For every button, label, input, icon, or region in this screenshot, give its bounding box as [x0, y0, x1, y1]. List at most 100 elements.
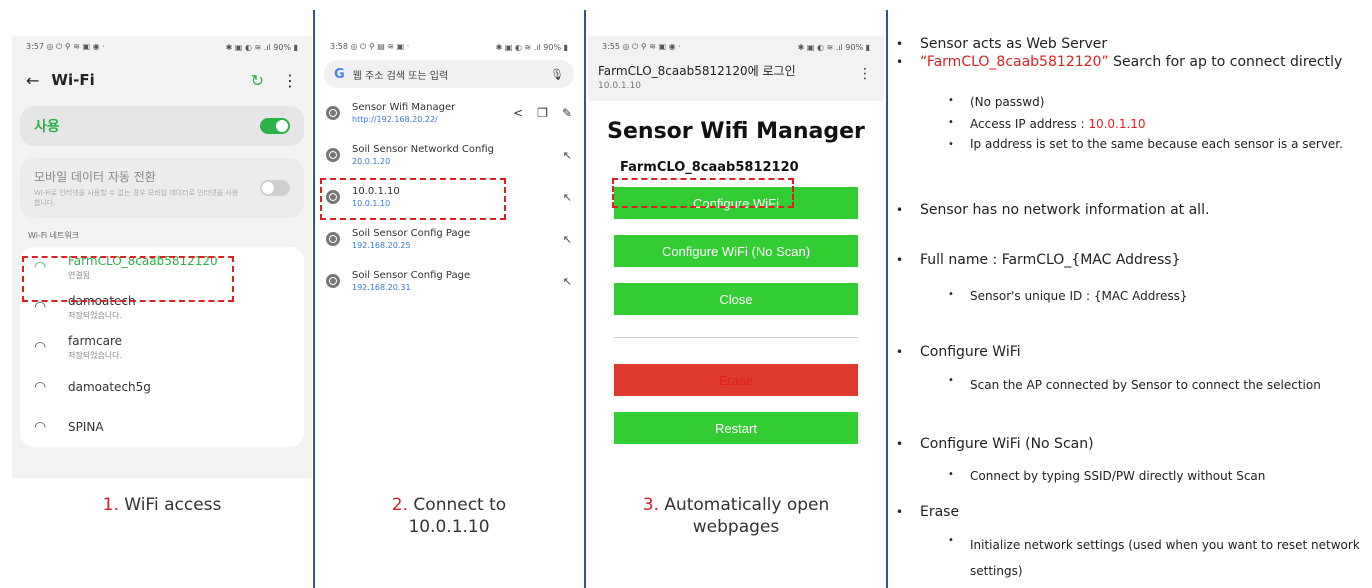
note-web-server: • Sensor acts as Web Server — [896, 36, 1366, 53]
arrow-up-left-icon[interactable]: ↖ — [563, 275, 572, 288]
history-item[interactable]: Soil Sensor Config Page 192.168.20.31 ↖ — [316, 260, 582, 302]
bullet: • — [896, 253, 904, 267]
history-item[interactable]: Soil Sensor Networkd Config 20.0.1.20 ↖ — [316, 134, 582, 176]
mobile-data-toggle[interactable] — [260, 180, 290, 196]
globe-icon — [326, 232, 340, 246]
note-text: Access IP address : 10.0.1.10 — [896, 114, 1366, 134]
page-heading: Sensor Wifi Manager — [607, 119, 865, 144]
highlight-box-ssid — [612, 178, 794, 208]
page-title: Wi-Fi — [51, 71, 95, 89]
more-options-icon[interactable]: ⋮ — [858, 66, 872, 82]
back-arrow-icon[interactable]: ← — [26, 71, 39, 90]
note-text: Initialize network settings (used when y… — [970, 538, 1360, 578]
globe-icon — [326, 148, 340, 162]
note-text: (No passwd) — [970, 95, 1045, 109]
bullet: • — [948, 117, 954, 128]
network-name: farmcare — [68, 333, 122, 348]
mobile-data-switch-row[interactable]: 모바일 데이터 자동 전환 Wi-Fi로 인터넷을 사용할 수 없는 경우 모바… — [20, 158, 304, 218]
bullet: • — [896, 37, 904, 51]
status-bar: 3:58 ◎ ⏻ ⚲ ▤ ≋ ▣ · ✱ ▣ ◐ ≋ .ıl 90% ▮ — [316, 36, 582, 58]
note-initialize: • Initialize network settings (used when… — [896, 532, 1366, 584]
network-item[interactable]: ◠ damoatech5g — [20, 367, 304, 407]
caption-text: Connect to — [408, 495, 507, 515]
divider — [614, 337, 858, 338]
arrow-up-left-icon[interactable]: ↖ — [563, 191, 572, 204]
network-item[interactable]: ◠ SPINA — [20, 407, 304, 447]
sensor-wifi-manager-screen: 3:55 ◎ ⏻ ⚲ ≋ ▣ ◉ · ✱ ▣ ◐ ≋ .ıl 90% ▮ Far… — [588, 36, 884, 486]
status-time: 3:55 ◎ ⏻ ⚲ ≋ ▣ ◉ · — [602, 42, 681, 51]
caption-text-line2: webpages — [692, 517, 780, 537]
status-time: 3:58 ◎ ⏻ ⚲ ▤ ≋ ▣ · — [330, 42, 410, 51]
note-access-ip: • Access IP address : 10.0.1.10 — [896, 114, 1366, 134]
caption-text: Automatically open — [658, 495, 830, 515]
note-text: Sensor has no network information at all… — [920, 202, 1210, 218]
copy-icon[interactable]: ❐ — [537, 106, 548, 120]
bullet: • — [896, 55, 904, 69]
history-item[interactable]: Sensor Wifi Manager http://192.168.20.22… — [316, 92, 582, 134]
bullet: • — [948, 95, 954, 106]
divider-2 — [584, 10, 586, 588]
status-bar: 3:55 ◎ ⏻ ⚲ ≋ ▣ ◉ · ✱ ▣ ◐ ≋ .ıl 90% ▮ — [588, 36, 884, 58]
edit-icon[interactable]: ✎ — [562, 106, 572, 120]
bullet: • — [896, 345, 904, 359]
bullet: • — [896, 437, 904, 451]
bullet: • — [948, 139, 954, 150]
close-button[interactable]: Close — [614, 283, 858, 315]
history-title: Soil Sensor Networkd Config — [352, 144, 495, 155]
status-icons: ✱ ▣ ◐ ≋ .ıl 90% ▮ — [797, 42, 870, 52]
wifi-use-label: 사용 — [34, 119, 60, 135]
note-text: “FarmCLO_8caab5812120” Search for ap to … — [896, 54, 1366, 71]
history-title: Sensor Wifi Manager — [352, 102, 456, 113]
ap-name-highlight: “FarmCLO_8caab5812120” — [920, 54, 1109, 70]
note-label: Access IP address : — [970, 117, 1089, 131]
note-text: Connect by typing SSID/PW directly witho… — [970, 469, 1266, 483]
microphone-icon[interactable]: 🎙 — [550, 68, 564, 81]
note-text: Sensor's unique ID : {MAC Address} — [970, 289, 1188, 303]
bullet: • — [896, 505, 904, 519]
network-status: 저장되었습니다. — [68, 310, 123, 320]
wifi-header: ← Wi-Fi ↻ ⋮ — [12, 58, 312, 102]
note-scan-ap: • Scan the AP connected by Sensor to con… — [896, 372, 1366, 398]
more-options-icon[interactable]: ⋮ — [282, 71, 298, 90]
restart-button[interactable]: Restart — [614, 412, 858, 444]
configure-wifi-noscan-button[interactable]: Configure WiFi (No Scan) — [614, 235, 858, 267]
wifi-toggle[interactable] — [260, 118, 290, 134]
caption-text-line2: 10.0.1.10 — [408, 517, 490, 537]
note-text: Scan the AP connected by Sensor to conne… — [970, 378, 1321, 392]
mobile-data-desc: Wi-Fi로 인터넷을 사용할 수 없는 경우 모바일 데이터로 인터넷을 사용… — [34, 189, 239, 207]
caption-step-2: 2. Connect to 10.0.1.10 — [316, 494, 582, 538]
caption-step-3: 3. Automatically open webpages — [588, 494, 884, 538]
wifi-lock-icon: ◠ — [34, 419, 47, 435]
wifi-lock-icon: ◠ — [34, 379, 47, 395]
arrow-up-left-icon[interactable]: ↖ — [563, 233, 572, 246]
erase-button[interactable]: Erase — [614, 364, 858, 396]
browser-screen: 3:58 ◎ ⏻ ⚲ ▤ ≋ ▣ · ✱ ▣ ◐ ≋ .ıl 90% ▮ G 웹… — [316, 36, 582, 314]
wifi-lock-icon: ◠ — [34, 339, 47, 355]
highlight-box-history — [320, 178, 506, 220]
note-configure-wifi: • Configure WiFi — [896, 344, 1366, 361]
globe-icon — [326, 274, 340, 288]
globe-icon — [326, 106, 340, 120]
address-bar[interactable]: G 웹 주소 검색 또는 입력 🎙 — [324, 60, 574, 88]
divider-1 — [313, 10, 315, 588]
arrow-up-left-icon[interactable]: ↖ — [563, 149, 572, 162]
caption-step-1: 1. WiFi access — [12, 494, 312, 516]
refresh-icon[interactable]: ↻ — [251, 71, 264, 90]
login-title: FarmCLO_8caab5812120에 로그인 — [598, 64, 796, 78]
caption-number: 1. — [102, 495, 119, 515]
wifi-toggle-row[interactable]: 사용 — [20, 106, 304, 146]
bullet: • — [948, 469, 954, 480]
share-icon[interactable]: < — [513, 106, 523, 120]
history-url: 192.168.20.31 — [352, 283, 411, 292]
history-url: 20.0.1.20 — [352, 157, 391, 166]
mobile-data-title: 모바일 데이터 자동 전환 — [34, 170, 156, 184]
history-item[interactable]: Soil Sensor Config Page 192.168.20.25 ↖ — [316, 218, 582, 260]
bullet: • — [948, 535, 954, 546]
highlight-box-network — [22, 256, 234, 302]
history-url: http://192.168.20.22/ — [352, 115, 438, 124]
history-title: Soil Sensor Config Page — [352, 228, 471, 239]
network-item[interactable]: ◠ farmcare 저장되었습니다. — [20, 327, 304, 367]
divider-3 — [886, 10, 888, 588]
login-ip: 10.0.1.10 — [598, 81, 641, 91]
note-text: Sensor acts as Web Server — [920, 36, 1108, 52]
